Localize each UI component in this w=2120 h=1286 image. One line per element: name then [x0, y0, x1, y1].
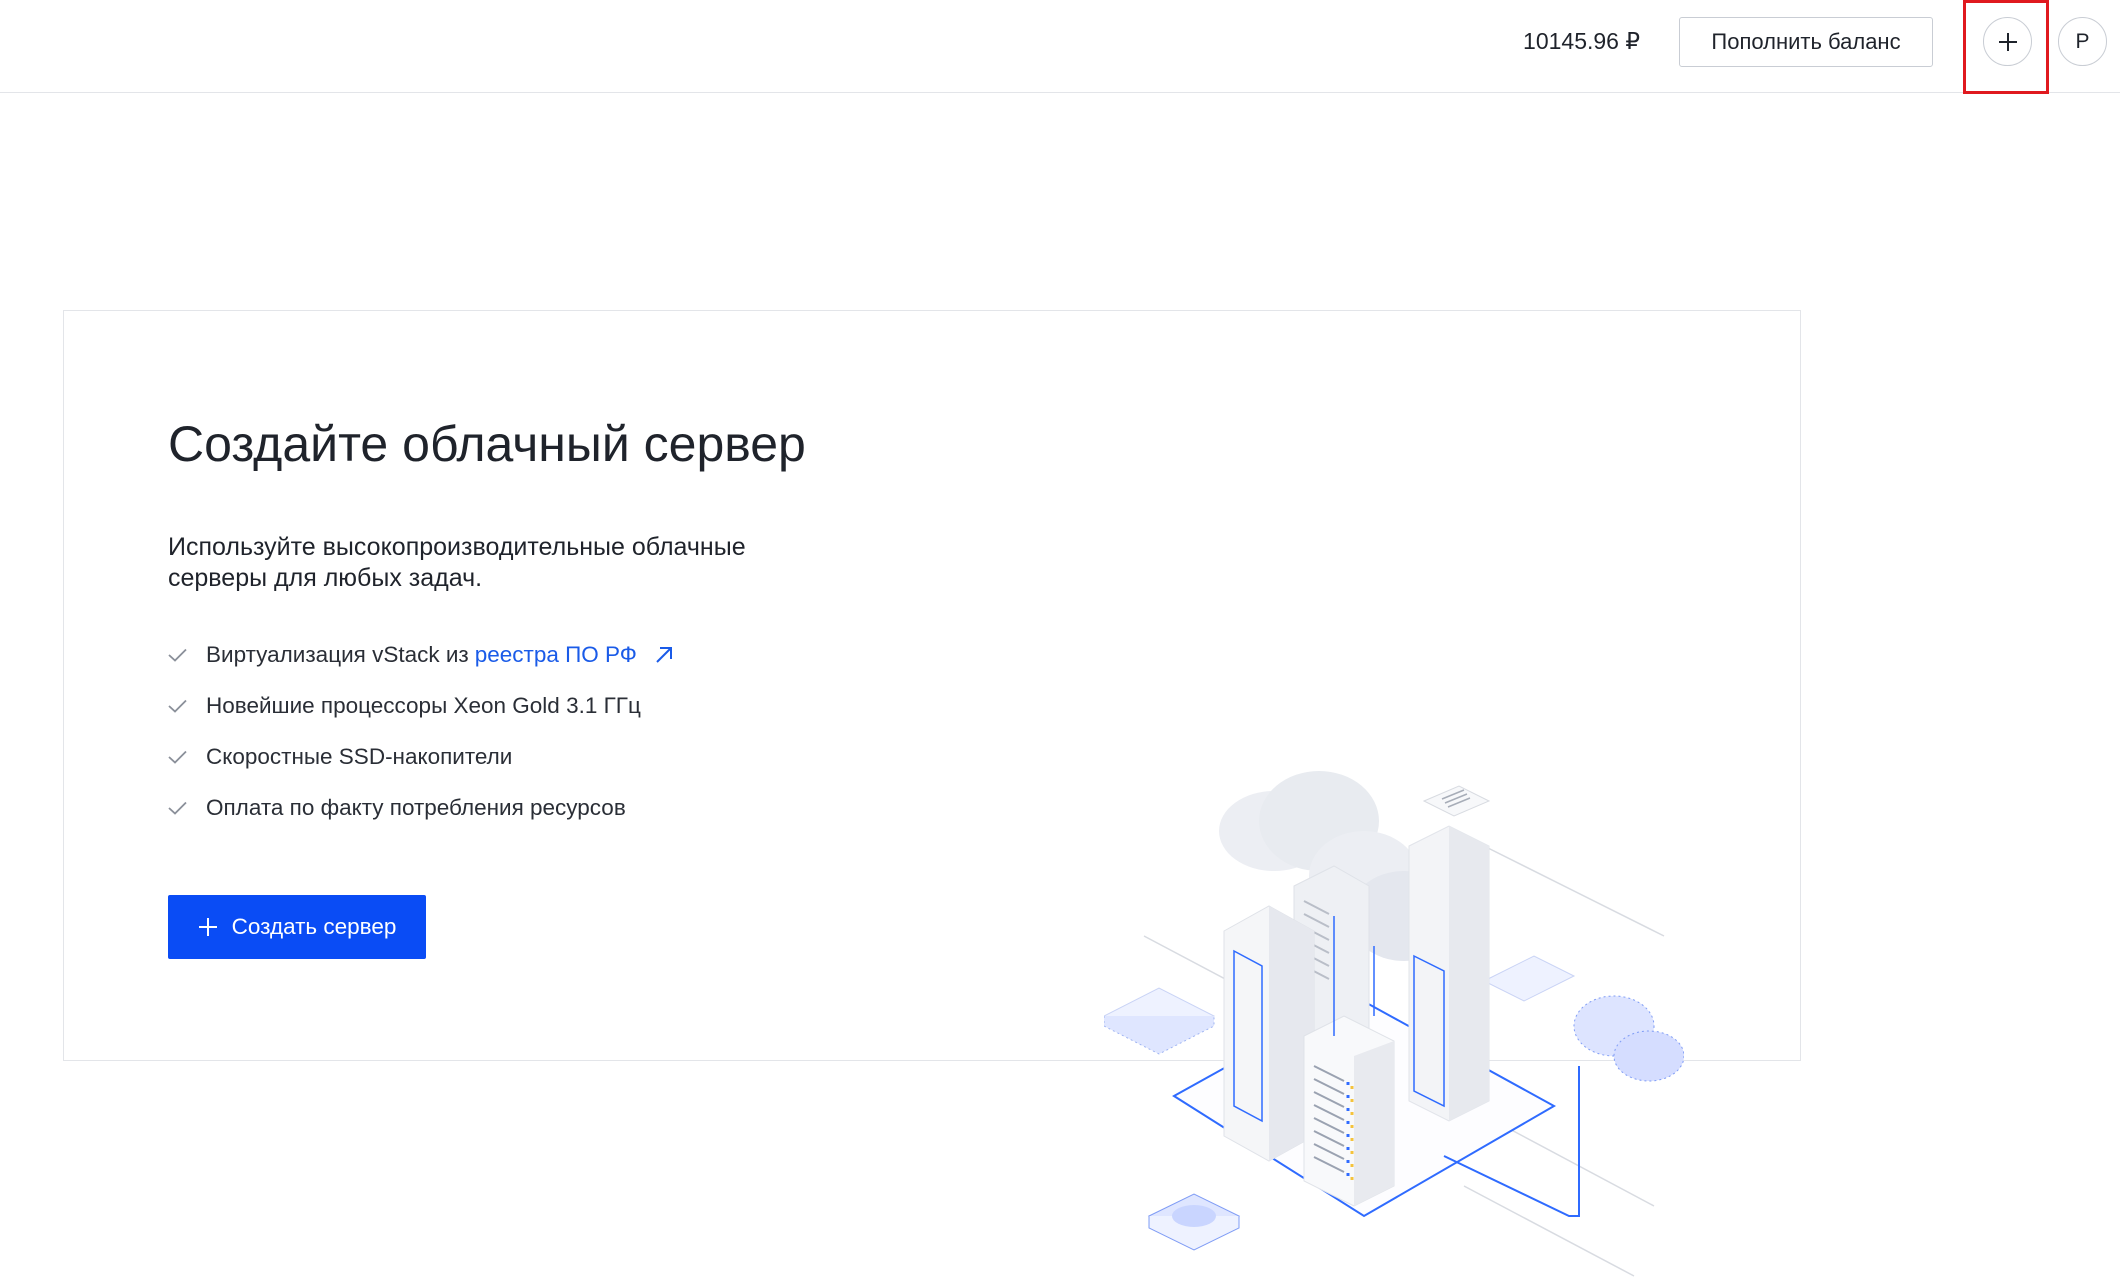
avatar[interactable]: Р [2058, 17, 2107, 66]
account-balance: 10145.96 ₽ [1523, 28, 1640, 54]
card-title: Создайте облачный сервер [168, 416, 806, 472]
create-server-card: Создайте облачный сервер Используйте выс… [63, 310, 1801, 1277]
check-icon [168, 699, 187, 713]
check-icon [168, 648, 187, 662]
list-item: Оплата по факту потребления ресурсов [168, 782, 675, 833]
plus-icon [198, 918, 217, 936]
feature-text: Скоростные SSD-накопители [206, 743, 513, 769]
server-cloud-illustration [1104, 771, 1684, 1277]
list-item: Виртуализация vStack из реестра ПО РФ [168, 629, 675, 680]
list-item: Скоростные SSD-накопители [168, 731, 675, 782]
list-item: Новейшие процессоры Xeon Gold 3.1 ГГц [168, 680, 675, 731]
add-button[interactable] [1983, 17, 2032, 66]
feature-list: Виртуализация vStack из реестра ПО РФ Но… [168, 629, 675, 833]
feature-text: Новейшие процессоры Xeon Gold 3.1 ГГц [206, 692, 641, 718]
registry-link[interactable]: реестра ПО РФ [475, 642, 637, 668]
plus-icon [1998, 32, 2017, 51]
check-icon [168, 801, 187, 815]
create-server-label: Создать сервер [231, 914, 397, 939]
topup-balance-button[interactable]: Пополнить баланс [1679, 17, 1933, 67]
create-server-button[interactable]: Создать сервер [168, 895, 426, 959]
top-bar: 10145.96 ₽ Пополнить баланс Р [0, 0, 2120, 94]
check-icon [168, 750, 187, 764]
feature-text: Оплата по факту потребления ресурсов [206, 794, 626, 820]
feature-text: Виртуализация vStack из [206, 641, 469, 667]
card-description: Используйте высокопроизводительные облач… [168, 533, 746, 592]
external-link-icon[interactable] [653, 644, 675, 666]
